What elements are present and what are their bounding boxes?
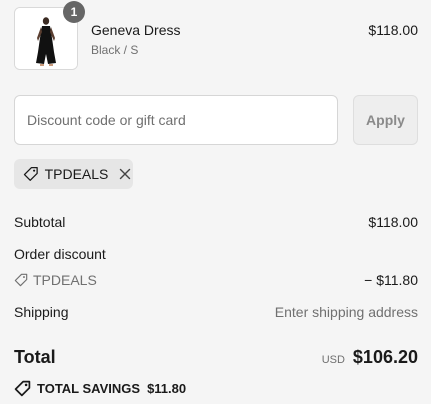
product-variant: Black / S (91, 43, 139, 57)
tag-icon (14, 380, 31, 397)
tag-icon (14, 273, 28, 287)
total-amount-group: USD $106.20 (322, 347, 418, 368)
total-savings-value: $11.80 (147, 381, 187, 396)
applied-discount-code: TPDEALS (44, 166, 109, 182)
discount-amount: − $11.80 (364, 272, 418, 288)
total-label: Total (14, 347, 56, 367)
shipping-value: Enter shipping address (274, 304, 418, 320)
tag-icon (23, 167, 38, 181)
total-savings-label: TOTAL SAVINGS (37, 381, 141, 396)
discount-code-input[interactable] (14, 95, 338, 145)
total-savings: TOTAL SAVINGS $11.80 (14, 380, 186, 397)
subtotal-value: $118.00 (368, 214, 418, 230)
close-icon (120, 168, 131, 180)
quantity-badge: 1 (63, 1, 85, 23)
apply-button[interactable]: Apply (353, 95, 418, 145)
currency-code: USD (321, 354, 345, 366)
shipping-label: Shipping (14, 304, 69, 320)
total-amount: $106.20 (352, 347, 418, 367)
remove-discount-button[interactable] (117, 166, 133, 182)
discount-code-row: TPDEALS − $11.80 (14, 272, 418, 292)
subtotal-row: Subtotal $118.00 (14, 214, 418, 234)
product-name: Geneva Dress (91, 22, 181, 38)
subtotal-label: Subtotal (14, 214, 66, 230)
applied-discount-chip: TPDEALS (14, 159, 133, 189)
shipping-row: Shipping Enter shipping address (14, 304, 418, 324)
product-price: $118.00 (368, 22, 418, 38)
cart-line-item: 1 Geneva Dress Black / S $118.00 (14, 1, 418, 70)
order-discount-label: Order discount (14, 246, 106, 262)
order-discount-row: Order discount (14, 246, 418, 266)
discount-code-label: TPDEALS (33, 272, 97, 288)
